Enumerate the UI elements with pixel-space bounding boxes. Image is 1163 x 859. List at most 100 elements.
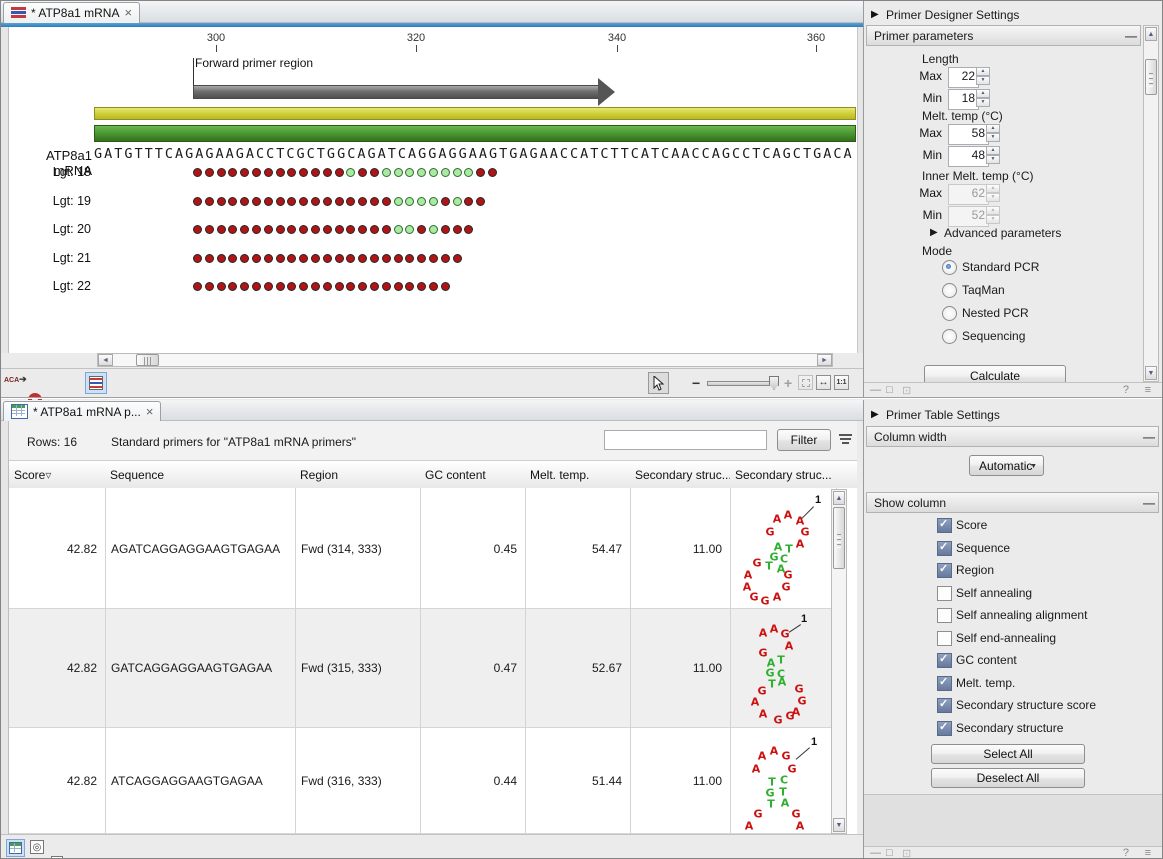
settings-v-scrollbar[interactable]: ▲ ▼ — [1143, 25, 1159, 382]
primer-dot-fail[interactable] — [311, 225, 320, 234]
primer-dot-fail[interactable] — [287, 282, 296, 291]
primer-dot-fail[interactable] — [228, 254, 237, 263]
acgt-sequence-view-icon[interactable]: ACA➔ — [4, 374, 22, 392]
one-to-one-icon[interactable]: 1:1 — [834, 375, 849, 390]
primer-dot-fail[interactable] — [441, 282, 450, 291]
primer-dot-fail[interactable] — [299, 225, 308, 234]
primer-dot-fail[interactable] — [370, 168, 379, 177]
primer-dot-fail[interactable] — [358, 225, 367, 234]
max-value-input[interactable]: 58 — [948, 124, 989, 145]
minimize-icon[interactable]: — — [870, 847, 881, 859]
horizontal-splitter[interactable] — [1, 397, 1163, 399]
panel-expander-icon[interactable]: ▶ — [871, 409, 879, 420]
primer-dot-fail[interactable] — [240, 282, 249, 291]
show-column-checkbox-secondary-structure[interactable] — [937, 721, 952, 736]
float-icon[interactable]: □ — [886, 847, 893, 859]
primer-dot-fail[interactable] — [217, 168, 226, 177]
h-scroll-thumb[interactable] — [136, 354, 159, 366]
column-header-score[interactable]: Score ▿ — [9, 461, 111, 488]
primer-dot-fail[interactable] — [240, 225, 249, 234]
show-column-header[interactable]: Show column — — [866, 492, 1159, 513]
sidepanel-icon[interactable]: ≡ — [1145, 384, 1151, 396]
primer-dot-fail[interactable] — [476, 168, 485, 177]
column-header-secondary-struc-[interactable]: Secondary struc... — [630, 461, 736, 488]
v-scroll-thumb[interactable] — [1145, 59, 1157, 95]
fit-width-icon[interactable]: ↔ — [816, 375, 831, 390]
collapse-icon[interactable]: — — [1122, 29, 1140, 43]
primer-dot-fail[interactable] — [217, 197, 226, 206]
scroll-down-icon[interactable]: ▼ — [833, 818, 845, 832]
primer-dot-fail[interactable] — [358, 254, 367, 263]
primer-dot-fail[interactable] — [429, 254, 438, 263]
spinner-buttons[interactable]: ▲▼ — [986, 146, 1000, 164]
filter-input[interactable] — [604, 430, 767, 450]
sequence-text[interactable]: GATGTTTCAGAGAAGACCTCGCTGGCAGATCAGGAGGAAG… — [94, 146, 856, 162]
primer-dot-fail[interactable] — [205, 197, 214, 206]
primer-dot-fail[interactable] — [394, 254, 403, 263]
spinner-up-icon[interactable]: ▲ — [976, 89, 990, 98]
primer-dot-pass[interactable] — [441, 168, 450, 177]
primer-dot-fail[interactable] — [205, 282, 214, 291]
collapse-icon[interactable]: — — [1140, 496, 1158, 510]
column-header-melt-temp-[interactable]: Melt. temp. — [525, 461, 636, 488]
primer-dot-row[interactable] — [193, 254, 464, 263]
spinner-down-icon[interactable]: ▼ — [976, 76, 990, 85]
primer-dot-fail[interactable] — [335, 254, 344, 263]
primer-dot-fail[interactable] — [358, 282, 367, 291]
primer-dot-fail[interactable] — [287, 225, 296, 234]
close-icon[interactable]: × — [124, 8, 132, 18]
primer-dot-fail[interactable] — [476, 197, 485, 206]
minimize-icon[interactable]: — — [870, 384, 881, 396]
primer-dot-fail[interactable] — [346, 225, 355, 234]
column-header-secondary-structure[interactable]: Secondary struc... — [730, 461, 842, 488]
primer-dot-fail[interactable] — [382, 225, 391, 234]
primer-dot-fail[interactable] — [287, 168, 296, 177]
column-width-dropdown[interactable]: Automatic ▼ — [969, 455, 1044, 476]
primer-dot-fail[interactable] — [276, 282, 285, 291]
primer-dot-fail[interactable] — [299, 254, 308, 263]
zoom-out-minus-icon[interactable]: − — [692, 375, 700, 391]
forward-primer-arrow-body[interactable] — [193, 85, 598, 99]
element-info-view-icon[interactable]: ◎ — [29, 839, 47, 857]
primer-dot-fail[interactable] — [240, 254, 249, 263]
primer-dot-fail[interactable] — [264, 168, 273, 177]
v-scroll-thumb[interactable] — [833, 507, 845, 569]
mode-radio-taqman[interactable] — [942, 283, 957, 298]
column-header-gc-content[interactable]: GC content — [420, 461, 531, 488]
scroll-up-icon[interactable]: ▲ — [1145, 27, 1157, 41]
primer-table[interactable]: Score ▿SequenceRegionGC contentMelt. tem… — [9, 461, 857, 834]
scroll-up-icon[interactable]: ▲ — [833, 491, 845, 505]
primer-dot-pass[interactable] — [429, 168, 438, 177]
primer-dot-row[interactable] — [193, 168, 500, 177]
spinner-down-icon[interactable]: ▼ — [976, 98, 990, 107]
primer-dot-fail[interactable] — [382, 254, 391, 263]
primer-dot-pass[interactable] — [453, 168, 462, 177]
spinner-buttons[interactable]: ▲▼ — [976, 89, 990, 107]
primer-dot-fail[interactable] — [228, 225, 237, 234]
help-icon[interactable]: ? — [1123, 384, 1129, 396]
table-view-selected[interactable] — [6, 839, 25, 857]
mode-radio-nested-pcr[interactable] — [942, 306, 957, 321]
annotation-bar-green[interactable] — [94, 125, 856, 142]
primer-dot-pass[interactable] — [394, 197, 403, 206]
sequence-editor-view[interactable]: 300320340360 Forward primer region ATP8a… — [9, 27, 857, 353]
primer-dot-pass[interactable] — [382, 168, 391, 177]
primer-dot-fail[interactable] — [264, 225, 273, 234]
primer-dot-fail[interactable] — [205, 225, 214, 234]
primer-dot-fail[interactable] — [311, 282, 320, 291]
min-value-input[interactable]: 18 — [948, 89, 979, 110]
mode-radio-sequencing[interactable] — [942, 329, 957, 344]
column-header-region[interactable]: Region — [295, 461, 426, 488]
primer-dot-fail[interactable] — [228, 168, 237, 177]
scroll-down-icon[interactable]: ▼ — [1145, 366, 1157, 380]
show-column-checkbox-region[interactable] — [937, 563, 952, 578]
table-v-scrollbar[interactable]: ▲ ▼ — [831, 489, 847, 834]
dock-icon[interactable]: ⊡ — [902, 847, 911, 859]
primer-dot-fail[interactable] — [323, 197, 332, 206]
primer-dot-fail[interactable] — [205, 254, 214, 263]
table-row[interactable]: 42.82GATCAGGAGGAAGTGAGAAFwd (315, 333)0.… — [9, 609, 836, 728]
show-column-checkbox-secondary-structure-score[interactable] — [937, 698, 952, 713]
table-view-selected[interactable] — [85, 372, 107, 394]
mode-radio-standard-pcr[interactable] — [942, 260, 957, 275]
primer-dot-fail[interactable] — [464, 225, 473, 234]
